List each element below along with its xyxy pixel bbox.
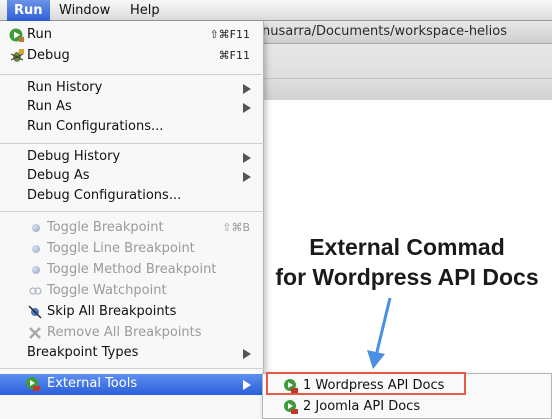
menu-item-label: Skip All Breakpoints xyxy=(47,304,177,319)
menu-item-label: Run xyxy=(27,27,52,42)
menu-item-skip-all-breakpoints[interactable]: Skip All Breakpoints xyxy=(0,302,264,322)
annotation-line-2: for Wordpress API Docs xyxy=(275,264,539,290)
run-icon xyxy=(9,28,24,42)
menu-item-run-history[interactable]: Run History xyxy=(0,78,264,98)
menu-window[interactable]: Window xyxy=(52,0,117,21)
annotation-line-1: External Commad xyxy=(309,234,505,260)
watchpoint-icon xyxy=(29,287,42,295)
menu-item-toggle-watchpoint[interactable]: Toggle Watchpoint xyxy=(0,281,264,301)
menu-item-debug-history[interactable]: Debug History xyxy=(0,147,264,167)
menu-item-toggle-method-breakpoint[interactable]: Toggle Method Breakpoint xyxy=(0,260,264,280)
menu-item-remove-all-breakpoints[interactable]: Remove All Breakpoints xyxy=(0,323,264,343)
menu-item-label: Debug xyxy=(27,48,70,63)
submenu-arrow-icon xyxy=(243,172,251,182)
menu-item-run-as[interactable]: Run As xyxy=(0,97,264,117)
breakpoint-icon xyxy=(32,245,40,253)
annotation-arrow-icon xyxy=(367,297,392,369)
menu-item-label: Toggle Method Breakpoint xyxy=(47,262,217,277)
menu-item-label: Debug History xyxy=(27,149,121,164)
menu-separator xyxy=(0,368,264,369)
menu-run[interactable]: Run xyxy=(7,0,50,21)
debug-icon xyxy=(10,49,24,62)
menu-item-label: Remove All Breakpoints xyxy=(47,325,202,340)
menu-item-debug-configurations[interactable]: Debug Configurations... xyxy=(0,186,264,206)
menu-item-toggle-line-breakpoint[interactable]: Toggle Line Breakpoint xyxy=(0,239,264,259)
breakpoint-icon xyxy=(32,266,40,274)
menu-item-toggle-breakpoint[interactable]: Toggle Breakpoint ⇧⌘B xyxy=(0,218,264,238)
menu-item-run-configurations[interactable]: Run Configurations... xyxy=(0,117,264,137)
run-menu: Run ⇧⌘F11 Debug ⌘F11 Run History Run As … xyxy=(0,21,264,419)
callout-highlight-box xyxy=(266,372,466,395)
menu-item-external-tools[interactable]: External Tools xyxy=(0,374,264,395)
external-tool-icon xyxy=(284,400,298,414)
menu-item-label: External Tools xyxy=(47,376,138,391)
submenu-arrow-icon xyxy=(243,153,251,163)
menu-item-debug[interactable]: Debug ⌘F11 xyxy=(0,46,264,66)
menu-separator xyxy=(0,143,264,144)
menu-help[interactable]: Help xyxy=(123,0,167,21)
submenu-item-joomla-api-docs[interactable]: 2 Joomla API Docs xyxy=(263,397,552,417)
menu-item-label: Debug Configurations... xyxy=(27,188,182,203)
menu-item-label: Toggle Breakpoint xyxy=(47,220,164,235)
submenu-arrow-icon xyxy=(243,103,251,113)
submenu-arrow-icon xyxy=(243,349,251,359)
menu-item-debug-as[interactable]: Debug As xyxy=(0,166,264,186)
menu-item-label: Toggle Line Breakpoint xyxy=(47,241,195,256)
submenu-arrow-icon xyxy=(243,380,251,390)
menu-separator xyxy=(0,74,264,75)
menu-item-breakpoint-types[interactable]: Breakpoint Types xyxy=(0,343,264,363)
submenu-item-label: 2 Joomla API Docs xyxy=(303,399,421,414)
submenu-arrow-icon xyxy=(243,84,251,94)
annotation-text: External Commad for Wordpress API Docs xyxy=(262,232,552,292)
menu-item-label: Run History xyxy=(27,80,103,95)
external-tools-icon xyxy=(26,377,40,391)
remove-breakpoints-icon xyxy=(29,327,41,339)
menu-item-label: Run As xyxy=(27,99,72,114)
shortcut-label: ⇧⌘B xyxy=(222,221,250,234)
window-title: nusarra/Documents/workspace-helios xyxy=(262,24,508,39)
menu-bar: Run Window Help xyxy=(0,0,552,21)
shortcut-label: ⌘F11 xyxy=(218,49,250,62)
menu-item-run[interactable]: Run ⇧⌘F11 xyxy=(0,25,264,45)
skip-breakpoints-icon xyxy=(28,305,42,319)
menu-item-label: Debug As xyxy=(27,168,90,183)
shortcut-label: ⇧⌘F11 xyxy=(209,28,250,41)
breakpoint-icon xyxy=(32,224,40,232)
menu-separator xyxy=(0,211,264,212)
menu-item-label: Run Configurations... xyxy=(27,119,164,134)
menu-item-label: Breakpoint Types xyxy=(27,345,139,360)
menu-item-label: Toggle Watchpoint xyxy=(47,283,167,298)
